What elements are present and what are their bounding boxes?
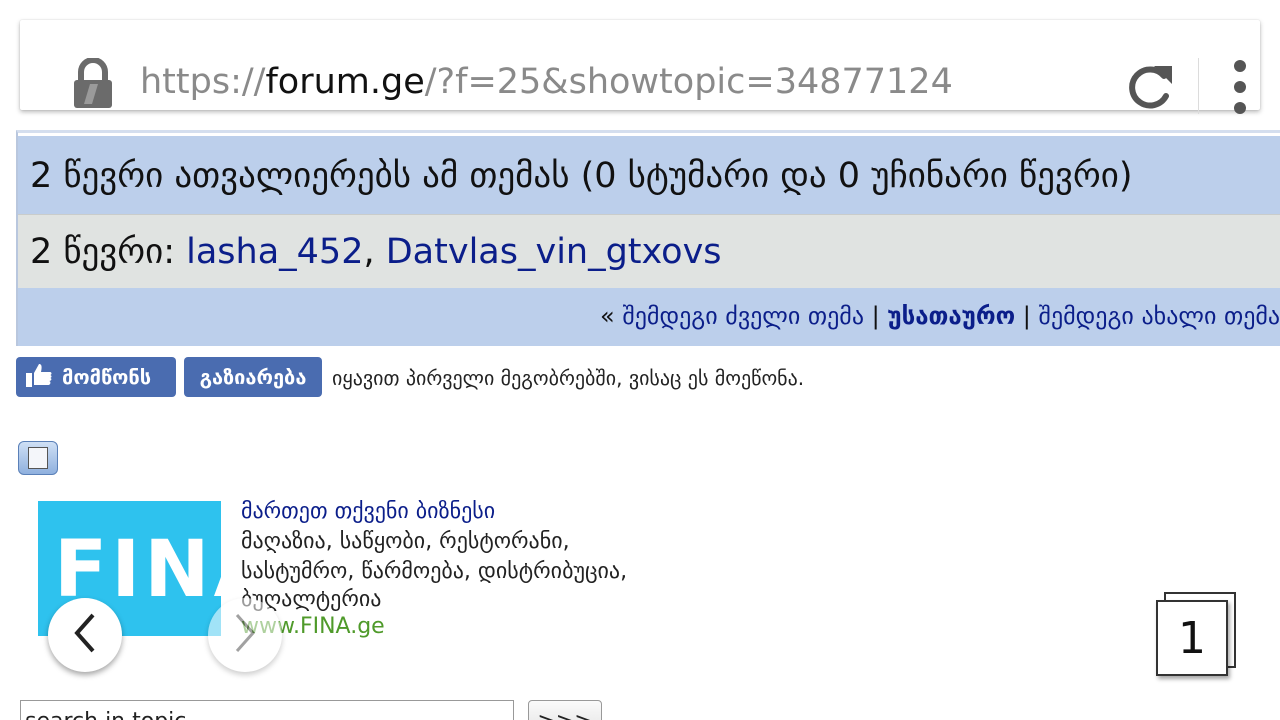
share-button[interactable]: გაზიარება — [184, 357, 322, 397]
members-separator: , — [363, 232, 386, 272]
topic-navigation: « შემდეგი ძველი თემა | უსათაურო | შემდეგ… — [600, 302, 1280, 330]
friends-like-text: იყავით პირველი მეგობრებში, ვისაც ეს მოეწ… — [332, 366, 805, 390]
reload-icon[interactable] — [1124, 62, 1176, 116]
url-path: /?f=25&showtopic=34877124 — [424, 62, 953, 102]
thumbs-up-icon — [26, 363, 52, 392]
tab-count: 1 — [1156, 600, 1228, 676]
members-prefix: 2 წევრი: — [30, 232, 187, 272]
ad-title[interactable]: მართეთ თქვენი ბიზნესი — [241, 499, 495, 524]
older-topic-link[interactable]: შემდეგი ძველი თემა — [622, 302, 864, 330]
toolbar-divider — [1198, 58, 1199, 114]
url-scheme: https:// — [140, 62, 266, 102]
like-label: მომწონს — [62, 365, 152, 389]
search-go-button[interactable]: >>> — [528, 700, 602, 720]
lock-icon — [70, 57, 116, 114]
url-host: forum.ge — [265, 62, 425, 102]
search-input[interactable]: search in topic — [20, 700, 514, 720]
viewers-text: 2 წევრი ათვალიერებს ამ თემას (0 სტუმარი … — [30, 156, 1133, 196]
member-link[interactable]: lasha_452 — [186, 232, 363, 272]
nav-separator: | — [864, 302, 888, 330]
url-bar[interactable]: https://forum.ge/?f=25&showtopic=3487712… — [20, 20, 1260, 114]
like-button[interactable]: მომწონს — [16, 357, 176, 397]
ad-description-line: სასტუმრო, წარმოება, დისტრიბუცია, — [241, 559, 628, 584]
chevron-right-icon — [233, 613, 257, 657]
share-label: გაზიარება — [199, 365, 307, 389]
topic-options-icon[interactable] — [18, 441, 58, 475]
current-topic-title: უსათაურო — [887, 302, 1016, 330]
tab-switcher-icon[interactable]: 1 — [1156, 592, 1236, 676]
topic-nav-row: « შემდეგი ძველი თემა | უსათაურო | შემდეგ… — [18, 288, 1280, 346]
members-list: 2 წევრი: lasha_452, Datvlas_vin_gtxovs — [30, 232, 722, 272]
topic-info-panel: 2 წევრი ათვალიერებს ამ თემას (0 სტუმარი … — [16, 130, 1280, 346]
previous-button[interactable] — [48, 598, 122, 672]
viewers-row: 2 წევრი ათვალიერებს ამ თემას (0 სტუმარი … — [18, 136, 1280, 214]
nav-separator: | — [1015, 302, 1039, 330]
member-link[interactable]: Datvlas_vin_gtxovs — [386, 232, 722, 272]
nav-prefix: « — [600, 302, 623, 330]
chevron-left-icon — [73, 613, 97, 657]
members-row: 2 წევრი: lasha_452, Datvlas_vin_gtxovs — [18, 214, 1280, 288]
newer-topic-link[interactable]: შემდეგი ახალი თემა » — [1039, 302, 1280, 330]
overflow-menu-icon[interactable] — [1230, 60, 1250, 118]
next-button[interactable] — [208, 598, 282, 672]
url-text[interactable]: https://forum.ge/?f=25&showtopic=3487712… — [140, 62, 953, 102]
ad-description-line: მაღაზია, საწყობი, რესტორანი, — [241, 529, 570, 554]
